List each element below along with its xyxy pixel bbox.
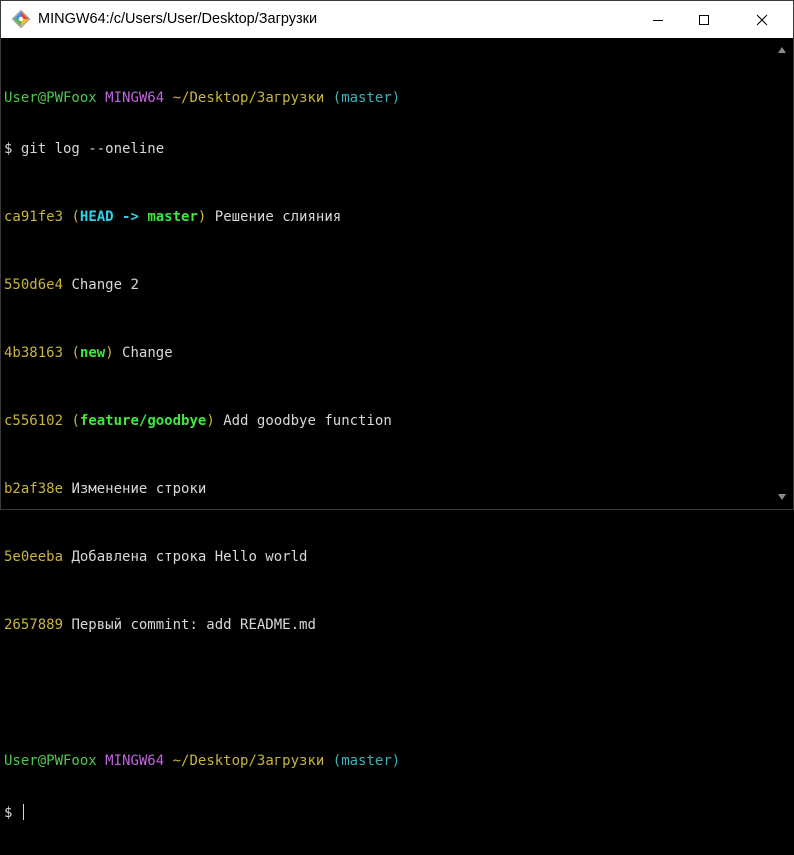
branch-ref: new [79,345,106,361]
prompt-system: MINGW64 [105,90,165,106]
commit-message: Add goodbye function [214,413,392,429]
branch-ref: master [147,209,198,225]
log-line: ca91fe3 (HEAD -> master) Решение слияния [4,209,342,225]
scroll-down-arrow-icon[interactable] [778,494,786,500]
commit-hash: b2af38e [4,481,64,497]
commit-message: Первый commint: add README.md [63,617,316,633]
prompt-branch: (master) [332,753,401,769]
maximize-icon [699,14,709,25]
commit-hash: c556102 [4,413,64,429]
commit-hash: 550d6e4 [4,277,64,293]
minimize-icon [653,19,663,21]
window-title: MINGW64:/c/Users/User/Desktop/Загрузки [38,11,318,27]
log-line: b2af38e Изменение строки [4,481,772,498]
prompt-user-host: User@PWFoox [4,753,97,769]
commit-message: Добавлена строка Hello world [63,549,308,565]
terminal-window: MINGW64:/c/Users/User/Desktop/Загрузки U… [0,0,794,821]
log-line: c556102 (feature/goodbye) Add goodbye fu… [4,413,392,429]
close-button[interactable] [739,1,785,38]
terminal-output[interactable]: User@PWFoox MINGW64 ~/Desktop/Загрузки (… [2,38,772,821]
git-bash-icon [12,10,30,28]
log-line: 2657889 Первый commint: add README.md [4,617,772,634]
head-ref: HEAD [79,209,114,225]
commit-hash: 5e0eeba [4,549,64,565]
commit-hash: ca91fe3 [4,209,64,225]
input-line[interactable]: $ [4,804,772,821]
minimize-button[interactable] [635,1,681,38]
commit-message: Change [113,345,173,361]
prompt-line: User@PWFoox MINGW64 ~/Desktop/Загрузки (… [4,753,772,770]
commit-message: Решение слияния [206,209,342,225]
prompt-branch: (master) [332,90,401,106]
commit-message: Изменение строки [63,481,207,497]
branch-ref: feature/goodbye [79,413,207,429]
input-prompt: $ [4,805,21,821]
command-line: $ git log --oneline [4,141,165,157]
scroll-up-arrow-icon[interactable] [778,47,786,53]
log-line: 5e0eeba Добавлена строка Hello world [4,549,772,566]
prompt-user-host: User@PWFoox [4,90,97,106]
commit-message: Change 2 [63,277,139,293]
maximize-button[interactable] [681,1,727,38]
commit-hash: 4b38163 [4,345,64,361]
prompt-path: ~/Desktop/Загрузки [172,753,325,769]
prompt-line: User@PWFoox MINGW64 ~/Desktop/Загрузки (… [4,90,772,107]
prompt-system: MINGW64 [105,753,165,769]
log-line: 4b38163 (new) Change [4,345,173,361]
close-icon [756,14,768,25]
title-bar[interactable]: MINGW64:/c/Users/User/Desktop/Загрузки [1,1,793,38]
scrollbar[interactable] [772,38,792,508]
commit-hash: 2657889 [4,617,64,633]
text-cursor [22,804,24,820]
prompt-path: ~/Desktop/Загрузки [172,90,325,106]
log-line: 550d6e4 Change 2 [4,277,772,294]
